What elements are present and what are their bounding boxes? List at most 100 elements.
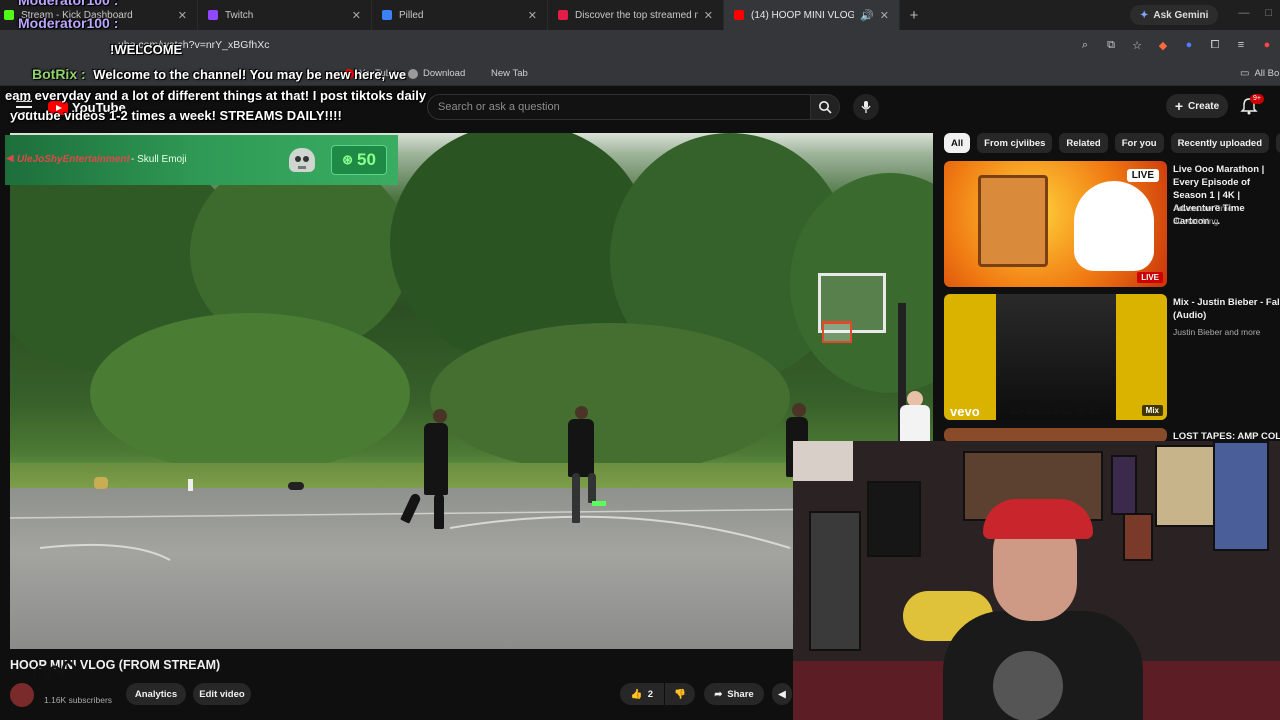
edit-video-button[interactable]: Edit video — [193, 683, 251, 705]
player — [568, 419, 594, 477]
bookmark-label: Download — [423, 68, 466, 79]
poster — [867, 481, 921, 557]
edit-video-label: Edit video — [199, 688, 245, 700]
analytics-button[interactable]: Analytics — [126, 683, 186, 705]
kick-coin-icon: ⊛ — [342, 152, 353, 167]
bag-on-grass — [288, 482, 304, 490]
chat-message: Moderator100 : — [18, 15, 118, 31]
close-icon[interactable]: ✕ — [704, 9, 713, 22]
create-label: Create — [1188, 100, 1220, 112]
chip-for-you[interactable]: For you — [1114, 133, 1164, 153]
video-thumbnail[interactable]: vevo BELIEVE Mix — [944, 294, 1167, 420]
extension-fox-icon[interactable]: ◆ — [1156, 38, 1170, 52]
share-label: Share — [727, 688, 754, 700]
alert-count-badge: ⊛ 50 — [331, 145, 387, 175]
live-label: LIVE — [1126, 169, 1159, 182]
tab-title: Discover the top streamed mu — [575, 9, 698, 21]
search-button[interactable] — [810, 94, 840, 120]
pilled-icon — [382, 10, 392, 20]
extensions-puzzle-icon[interactable]: ⧠ — [1208, 38, 1222, 52]
webcam-overlay — [793, 441, 1280, 720]
poster — [1213, 441, 1269, 551]
tab-pilled[interactable]: Pilled ✕ — [372, 0, 548, 30]
notification-count-badge: 9+ — [1250, 94, 1264, 104]
tab-title: (14) HOOP MINI VLOG (FR — [751, 9, 855, 21]
search-input[interactable]: Search or ask a question — [427, 94, 811, 120]
chip-related[interactable]: Related — [1059, 133, 1108, 153]
folder-icon: ▭ — [1240, 68, 1250, 79]
minimize-icon[interactable]: — — [1238, 7, 1249, 19]
install-app-icon[interactable]: ⧉ — [1104, 38, 1118, 52]
youtube-icon — [734, 10, 744, 20]
alert-gift-text: - Skull Emoji — [131, 154, 187, 165]
extension-blue-icon[interactable]: ● — [1182, 38, 1196, 52]
chat-message: youtube videos 1-2 times a week! STREAMS… — [10, 108, 342, 123]
subscriber-count: 1.16K subscribers — [44, 695, 113, 705]
player-head — [792, 403, 806, 417]
chip-more[interactable]: W — [1276, 133, 1280, 153]
alert-username: UleJoShyEntertainment — [17, 154, 130, 165]
create-button[interactable]: + Create — [1166, 94, 1228, 118]
tab-youtube-active[interactable]: (14) HOOP MINI VLOG (FR 🔊 ✕ — [724, 0, 900, 30]
shelf — [809, 511, 861, 651]
tab-discover-music[interactable]: Discover the top streamed mu ✕ — [548, 0, 724, 30]
chip-from-channel[interactable]: From cjviibes — [977, 133, 1053, 153]
bag-on-grass — [94, 477, 108, 489]
maximize-icon[interactable]: □ — [1265, 7, 1272, 19]
ask-gemini-button[interactable]: ✦ Ask Gemini — [1130, 5, 1219, 25]
player-leg — [588, 473, 596, 503]
bookmark-star-icon[interactable]: ☆ — [1130, 38, 1144, 52]
poster — [1111, 455, 1137, 515]
new-tab-button[interactable]: + — [900, 7, 928, 24]
chip-recently-uploaded[interactable]: Recently uploaded — [1170, 133, 1270, 153]
more-actions-button[interactable]: ◀ — [772, 683, 792, 705]
recommendation-title[interactable]: Mix - Justin Bieber - Fall (Audio) — [1173, 296, 1280, 322]
alert-count: 50 — [356, 150, 376, 169]
twitch-icon — [208, 10, 218, 20]
reading-list-icon[interactable]: ≡ — [1234, 38, 1248, 52]
player — [424, 423, 448, 495]
channel-avatar[interactable] — [10, 683, 34, 707]
tab-title: Pilled — [399, 9, 424, 21]
chip-all[interactable]: All — [944, 133, 971, 153]
chat-message: Moderator100 : — [18, 0, 118, 8]
video-thumbnail[interactable]: LIVE LIVE — [944, 161, 1167, 287]
dislike-button[interactable]: 👎 — [665, 683, 695, 705]
like-button[interactable]: 👍 2 — [620, 683, 664, 705]
close-icon[interactable]: ✕ — [528, 9, 537, 22]
chat-message: !WELCOME — [110, 42, 182, 57]
speaker-icon[interactable]: 🔊 — [860, 9, 874, 22]
window-controls: — □ — [1238, 7, 1272, 19]
vevo-logo: vevo — [950, 404, 980, 419]
close-icon[interactable]: ✕ — [352, 9, 361, 22]
signature-watermark — [25, 644, 91, 700]
chat-username: Moderator100 : — [18, 15, 119, 31]
chat-username: BotRix : — [32, 66, 86, 82]
gemini-icon: ✦ — [1140, 9, 1149, 21]
close-icon[interactable]: ✕ — [880, 9, 889, 22]
poster — [1123, 513, 1153, 561]
tab-twitch[interactable]: Twitch ✕ — [198, 0, 372, 30]
bookmark-label: New Tab — [491, 68, 528, 79]
bookmark-new-tab[interactable]: New Tab — [491, 68, 528, 79]
search-placeholder: Search or ask a question — [438, 101, 560, 113]
all-bookmarks[interactable]: ▭ All Bo — [1240, 68, 1279, 79]
profile-icon[interactable]: ● — [1260, 38, 1274, 52]
bookmark-download[interactable]: Download — [408, 68, 465, 79]
book-illustration — [978, 175, 1048, 267]
video-thumbnail[interactable] — [944, 428, 1167, 442]
bottle — [188, 479, 193, 491]
chat-text: Welcome to the channel! You may be new h… — [93, 67, 407, 82]
music-icon — [558, 10, 568, 20]
voice-search-button[interactable] — [853, 94, 879, 120]
player-leg — [434, 493, 444, 529]
recommendation-channel[interactable]: Justin Bieber and more — [1173, 327, 1260, 337]
recommendation-channel[interactable]: Adventure Time — [1173, 203, 1233, 213]
kick-icon — [4, 10, 14, 20]
thumbs-down-icon: 👎 — [674, 688, 686, 700]
like-count: 2 — [647, 688, 654, 700]
close-icon[interactable]: ✕ — [178, 9, 187, 22]
zoom-icon[interactable]: ⌕ — [1078, 38, 1092, 52]
chat-text: eam everyday and a lot of different thin… — [5, 88, 427, 103]
share-button[interactable]: ➦ Share — [704, 683, 764, 705]
